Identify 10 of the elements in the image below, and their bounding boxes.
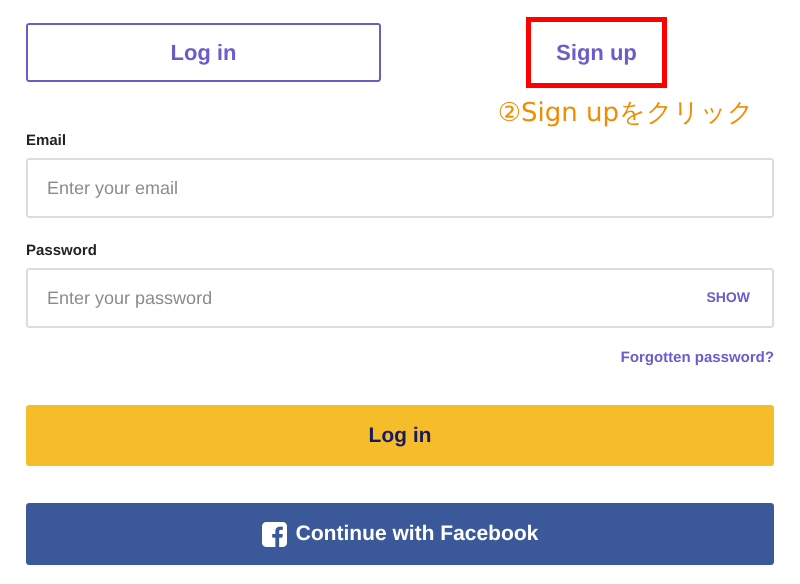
annotation-note: ②Sign upをクリック bbox=[498, 98, 754, 128]
email-field[interactable]: Enter your email bbox=[26, 158, 774, 218]
tab[interactable]: Log in bbox=[26, 23, 381, 82]
forgot-password-link[interactable]: Forgotten password? bbox=[620, 349, 774, 366]
field-label: Email bbox=[26, 132, 68, 149]
login-button[interactable]: Log in bbox=[26, 405, 774, 466]
show-password-button[interactable]: SHOW bbox=[706, 289, 750, 305]
field-label: Password bbox=[26, 242, 98, 259]
facebook-icon bbox=[262, 522, 287, 546]
facebook-button[interactable]: Continue with Facebook bbox=[26, 503, 774, 565]
